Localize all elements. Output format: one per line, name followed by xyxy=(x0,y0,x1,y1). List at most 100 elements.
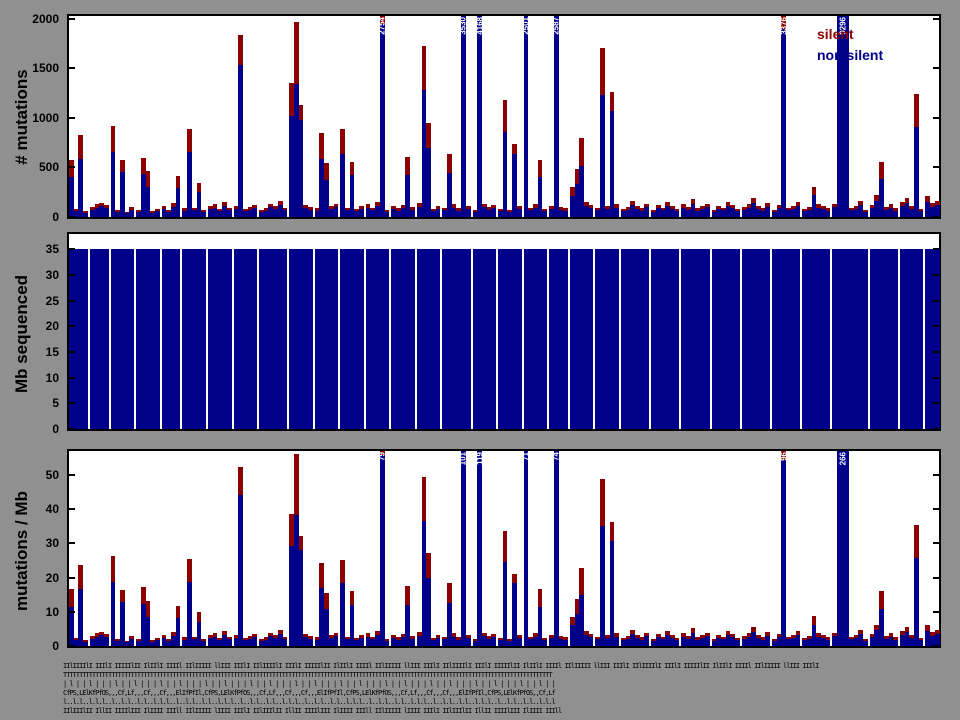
y-tick-label: 30 xyxy=(15,537,59,549)
y-tick-mark xyxy=(933,542,939,544)
nonsilent-segment xyxy=(410,639,415,646)
bar xyxy=(426,123,431,217)
silent-segment xyxy=(69,160,74,178)
group-separator xyxy=(547,16,549,217)
nonsilent-segment xyxy=(563,640,568,646)
nonsilent-segment xyxy=(610,541,615,646)
group-separator xyxy=(88,16,90,217)
bar xyxy=(614,249,619,429)
clipped-bar-value-label: 3376 xyxy=(779,17,788,35)
nonsilent-segment xyxy=(563,211,568,217)
bar xyxy=(436,249,441,429)
y-tick-mark xyxy=(69,248,75,250)
bar xyxy=(359,206,364,217)
silent-segment xyxy=(78,565,83,588)
y-tick-mark xyxy=(69,216,75,218)
bar xyxy=(796,631,801,646)
nonsilent-segment xyxy=(675,249,680,429)
bar xyxy=(201,210,206,217)
bar xyxy=(675,209,680,217)
bar xyxy=(385,210,390,217)
nonsilent-segment xyxy=(644,207,649,217)
nonsilent-segment xyxy=(919,211,924,217)
nonsilent-segment xyxy=(491,637,496,646)
group-separator xyxy=(740,451,742,646)
bar xyxy=(410,249,415,429)
y-tick-mark xyxy=(933,645,939,647)
y-tick-mark xyxy=(69,166,75,168)
bar: 4168 xyxy=(477,16,482,217)
bar xyxy=(644,249,649,429)
silent-segment xyxy=(176,606,181,618)
bar: 119 xyxy=(477,451,482,646)
nonsilent-segment xyxy=(466,249,471,429)
bar xyxy=(735,638,740,646)
bar xyxy=(436,206,441,217)
bar xyxy=(644,204,649,217)
silent-segment xyxy=(914,94,919,127)
bar xyxy=(155,249,160,429)
nonsilent-segment xyxy=(781,460,786,646)
nonsilent-segment xyxy=(227,210,232,217)
nonsilent-segment xyxy=(252,637,257,646)
nonsilent-segment xyxy=(83,213,88,217)
bar xyxy=(385,249,390,429)
silent-segment xyxy=(187,559,192,582)
nonsilent-segment xyxy=(675,640,680,646)
bar xyxy=(614,204,619,217)
group-separator xyxy=(364,16,366,217)
bar xyxy=(129,207,134,217)
bar xyxy=(542,209,547,217)
group-separator xyxy=(649,451,651,646)
bar xyxy=(826,249,831,429)
bar xyxy=(436,635,441,646)
y-tick-label: 35 xyxy=(15,243,59,255)
silent-segment xyxy=(340,560,345,584)
group-separator xyxy=(134,451,136,646)
nonsilent-segment xyxy=(359,209,364,217)
group-separator xyxy=(679,16,681,217)
bar xyxy=(644,633,649,646)
silent-segment xyxy=(538,589,543,607)
nonsilent-segment xyxy=(410,210,415,217)
clipped-bar-value-label: 4168 xyxy=(475,17,484,35)
bar: 2587 xyxy=(554,16,559,217)
group-separator xyxy=(160,451,162,646)
silent-segment xyxy=(319,133,324,158)
nonsilent-segment xyxy=(919,640,924,646)
nonsilent-segment xyxy=(517,249,522,429)
silent-segment xyxy=(447,583,452,603)
silent-segment xyxy=(405,586,410,605)
y-tick-label: 0 xyxy=(15,423,59,435)
y-tick-label: 0 xyxy=(15,211,59,223)
silent-segment xyxy=(299,536,304,551)
nonsilent-segment xyxy=(477,16,482,217)
xaxis-labels-row: TTTTTTTTTTTTTTTTTTTTTTTTTTTTTTTTTTTTTTTT… xyxy=(63,671,943,680)
nonsilent-segment xyxy=(201,641,206,646)
nonsilent-segment xyxy=(426,148,431,217)
bar: 3376 xyxy=(781,16,786,217)
bar: 74 xyxy=(554,451,559,646)
nonsilent-segment xyxy=(837,249,849,429)
nonsilent-segment xyxy=(826,249,831,429)
y-tick-label: 30 xyxy=(15,269,59,281)
bars-mutations-per-mb: 79101119717496266 xyxy=(69,451,939,646)
y-tick-label: 25 xyxy=(15,295,59,307)
nonsilent-segment xyxy=(765,207,770,217)
group-separator xyxy=(619,16,621,217)
nonsilent-segment xyxy=(503,562,508,646)
silent-segment xyxy=(146,601,151,617)
nonsilent-segment xyxy=(334,636,339,646)
silent-segment xyxy=(610,522,615,541)
silent-segment xyxy=(600,479,605,526)
bar xyxy=(517,206,522,217)
y-tick-mark xyxy=(69,542,75,544)
bar xyxy=(675,249,680,429)
group-separator xyxy=(898,16,900,217)
bar: 3530 xyxy=(461,16,466,217)
nonsilent-segment xyxy=(893,249,898,429)
nonsilent-segment xyxy=(477,451,482,646)
nonsilent-segment xyxy=(201,212,206,217)
nonsilent-segment xyxy=(385,249,390,429)
y-tick-label: 0 xyxy=(15,640,59,652)
